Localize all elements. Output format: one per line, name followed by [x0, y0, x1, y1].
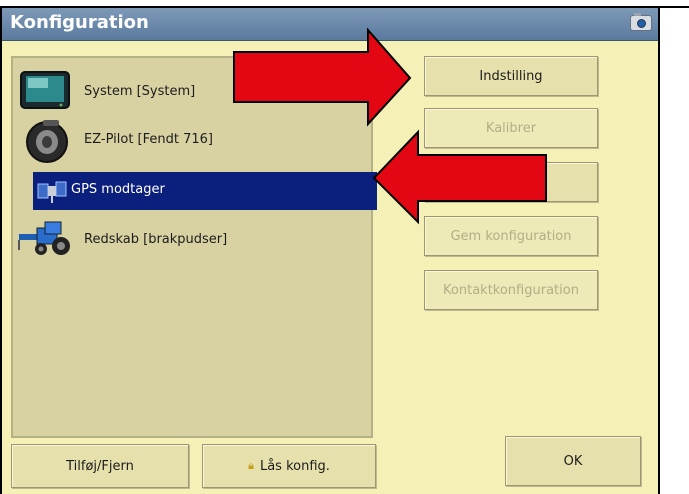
ok-button[interactable]: OK	[505, 436, 641, 486]
camera-icon[interactable]	[630, 13, 652, 31]
annotation-arrow-left	[372, 129, 547, 225]
satellite-icon	[37, 181, 67, 203]
add-remove-button[interactable]: Tilføj/Fjern	[11, 444, 189, 488]
steering-wheel-icon	[26, 120, 68, 163]
list-item-label: System [System]	[84, 84, 196, 99]
window-title: Konfiguration	[10, 12, 149, 33]
switch-configuration-button[interactable]: Kontaktkonfiguration	[424, 270, 598, 310]
list-item-label: Redskab [brakpudser]	[84, 232, 228, 247]
list-item-implement[interactable]: Redskab [brakpudser]	[13, 218, 371, 262]
list-item-label: EZ-Pilot [Fendt 716]	[84, 132, 213, 147]
list-item-label: GPS modtager	[71, 182, 165, 197]
lock-configuration-button[interactable]: 🔒︎ Lås konfig.	[202, 444, 376, 488]
lock-button-label: Lås konfig.	[259, 458, 330, 474]
annotation-arrow-right	[233, 27, 412, 127]
tractor-icon	[18, 221, 70, 255]
setup-button[interactable]: Indstilling	[424, 56, 598, 96]
display-monitor-icon	[20, 71, 70, 109]
list-item-gps-receiver[interactable]: GPS modtager	[33, 172, 377, 210]
padlock-icon: 🔒︎	[248, 459, 254, 472]
